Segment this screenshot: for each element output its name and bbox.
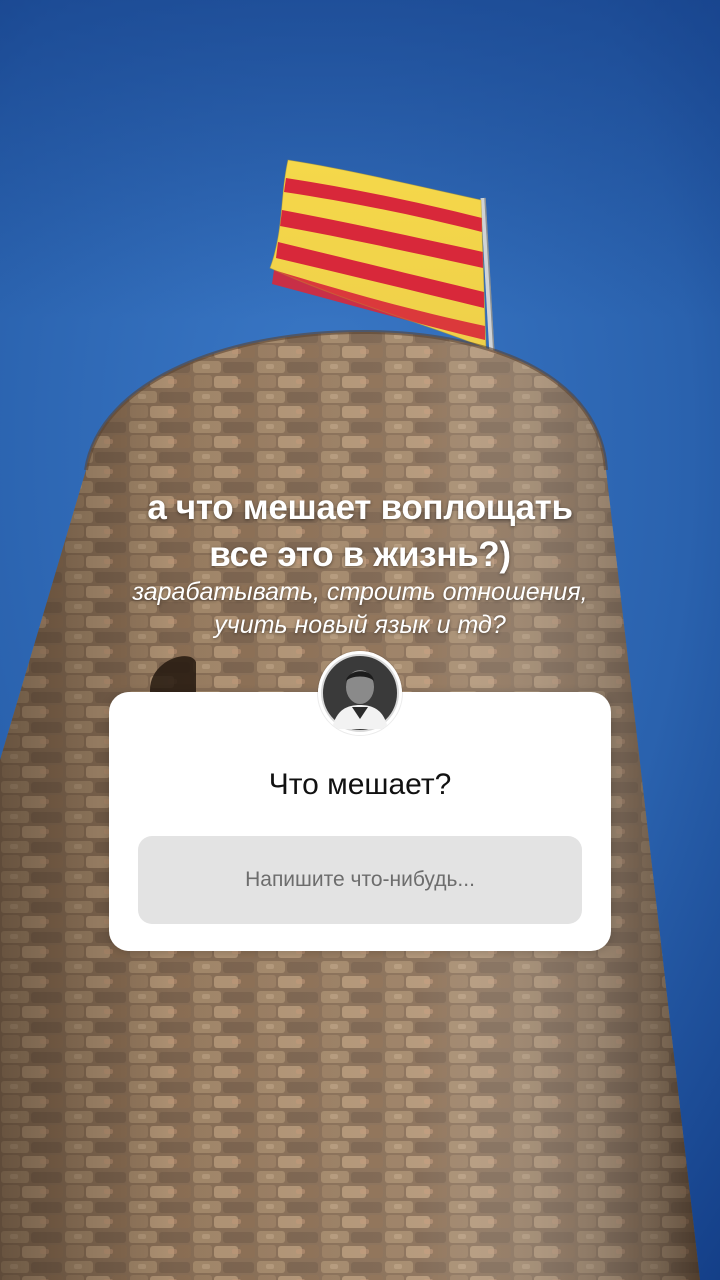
subline-line-1: зарабатывать, строить отношения, bbox=[132, 578, 588, 606]
story-subline: зарабатывать, строить отношения, учить н… bbox=[0, 576, 720, 642]
headline-line-1: а что мешает воплощать bbox=[147, 488, 573, 527]
avatar bbox=[318, 651, 402, 735]
subline-line-2: учить новый язык и тд? bbox=[214, 611, 506, 639]
story-headline: а что мешает воплощать все это в жизнь?) bbox=[0, 484, 720, 578]
profile-photo-avatar-icon bbox=[318, 651, 402, 735]
answer-input[interactable] bbox=[138, 836, 582, 924]
question-title: Что мешает? bbox=[268, 768, 452, 801]
headline-line-2: все это в жизнь?) bbox=[209, 535, 511, 574]
